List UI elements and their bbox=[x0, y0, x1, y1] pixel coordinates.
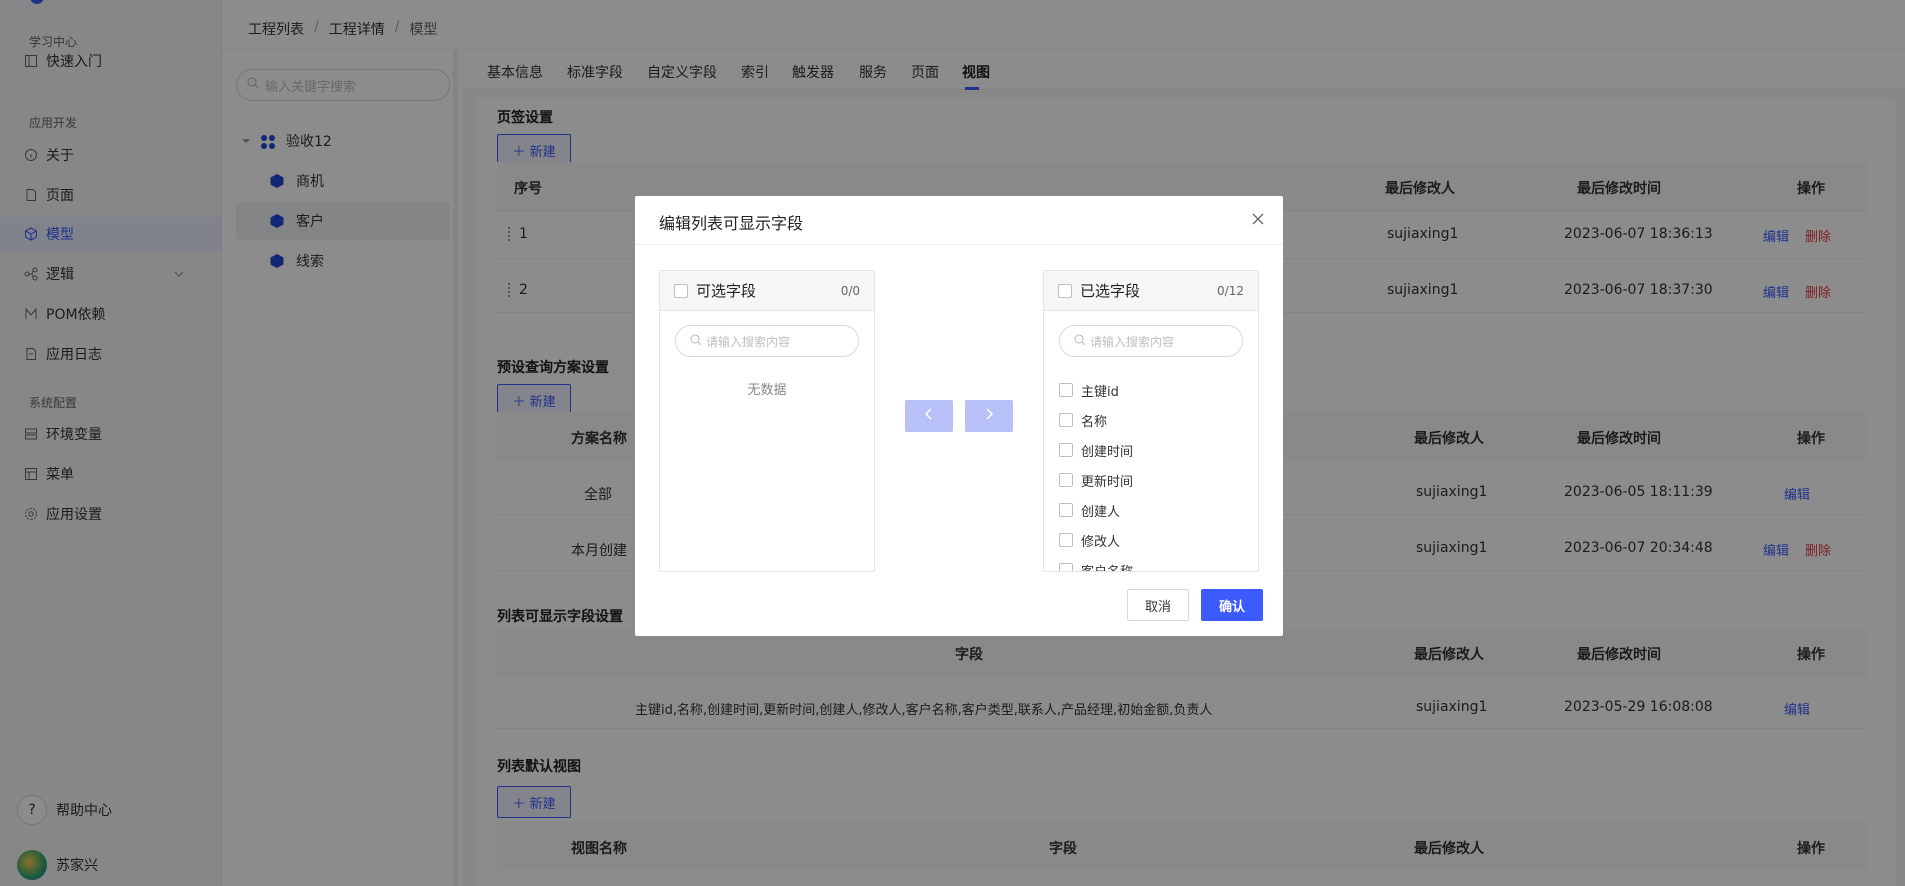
select-all-selected-checkbox[interactable] bbox=[1058, 283, 1072, 298]
chevron-left-icon bbox=[924, 408, 934, 424]
available-fields-header: 可选字段 0/0 bbox=[660, 271, 874, 311]
selected-fields-title: 已选字段 bbox=[1080, 282, 1141, 300]
select-all-available-checkbox[interactable] bbox=[674, 283, 688, 298]
selected-search-input[interactable]: 请输入搜索内容 bbox=[1059, 325, 1243, 357]
available-fields-count: 0/0 bbox=[840, 283, 860, 298]
chevron-right-icon bbox=[984, 408, 994, 424]
selected-fields-count: 0/12 bbox=[1217, 283, 1244, 298]
list-item[interactable]: 主键id bbox=[1059, 375, 1258, 405]
available-search-placeholder: 请输入搜索内容 bbox=[706, 334, 791, 349]
list-item[interactable]: 名称 bbox=[1059, 405, 1258, 435]
field-label: 创建人 bbox=[1081, 504, 1121, 520]
move-right-button[interactable] bbox=[965, 400, 1013, 432]
field-checkbox[interactable] bbox=[1059, 563, 1073, 571]
list-item[interactable]: 创建时间 bbox=[1059, 435, 1258, 465]
list-item[interactable]: 更新时间 bbox=[1059, 465, 1258, 495]
selected-fields-header: 已选字段 0/12 bbox=[1044, 271, 1258, 311]
field-checkbox[interactable] bbox=[1059, 443, 1073, 457]
cancel-button[interactable]: 取消 bbox=[1127, 589, 1189, 621]
close-icon[interactable] bbox=[1251, 210, 1265, 231]
field-checkbox[interactable] bbox=[1059, 503, 1073, 517]
empty-state: 无数据 bbox=[747, 383, 787, 398]
available-fields-title: 可选字段 bbox=[696, 282, 757, 300]
field-checkbox[interactable] bbox=[1059, 473, 1073, 487]
confirm-button[interactable]: 确认 bbox=[1201, 589, 1263, 621]
field-checkbox[interactable] bbox=[1059, 413, 1073, 427]
field-checkbox[interactable] bbox=[1059, 533, 1073, 547]
available-search-input[interactable]: 请输入搜索内容 bbox=[675, 325, 859, 357]
selected-fields-panel: 已选字段 0/12 请输入搜索内容 主键id 名称 创建时间 更新时间 创建人 … bbox=[1043, 270, 1259, 572]
field-checkbox[interactable] bbox=[1059, 383, 1073, 397]
field-label: 客户名称 bbox=[1081, 564, 1134, 572]
list-item[interactable]: 修改人 bbox=[1059, 525, 1258, 555]
selected-search-placeholder: 请输入搜索内容 bbox=[1090, 334, 1175, 349]
list-item[interactable]: 客户名称 bbox=[1059, 555, 1258, 572]
move-left-button[interactable] bbox=[905, 400, 953, 432]
search-icon bbox=[690, 334, 702, 349]
dialog-title: 编辑列表可显示字段 bbox=[659, 214, 804, 233]
field-label: 名称 bbox=[1081, 414, 1108, 430]
available-fields-panel: 可选字段 0/0 请输入搜索内容 无数据 bbox=[659, 270, 875, 572]
search-icon bbox=[1074, 334, 1086, 349]
dialog-divider bbox=[635, 244, 1283, 245]
list-item[interactable]: 创建人 bbox=[1059, 495, 1258, 525]
edit-list-fields-dialog: 编辑列表可显示字段 可选字段 0/0 请输入搜索内容 无数据 已选字段 0/12… bbox=[635, 196, 1283, 636]
field-label: 更新时间 bbox=[1081, 474, 1134, 490]
field-label: 修改人 bbox=[1081, 534, 1121, 550]
field-label: 主键id bbox=[1081, 384, 1119, 400]
selected-fields-list: 主键id 名称 创建时间 更新时间 创建人 修改人 客户名称 bbox=[1044, 375, 1258, 572]
field-label: 创建时间 bbox=[1081, 444, 1134, 460]
